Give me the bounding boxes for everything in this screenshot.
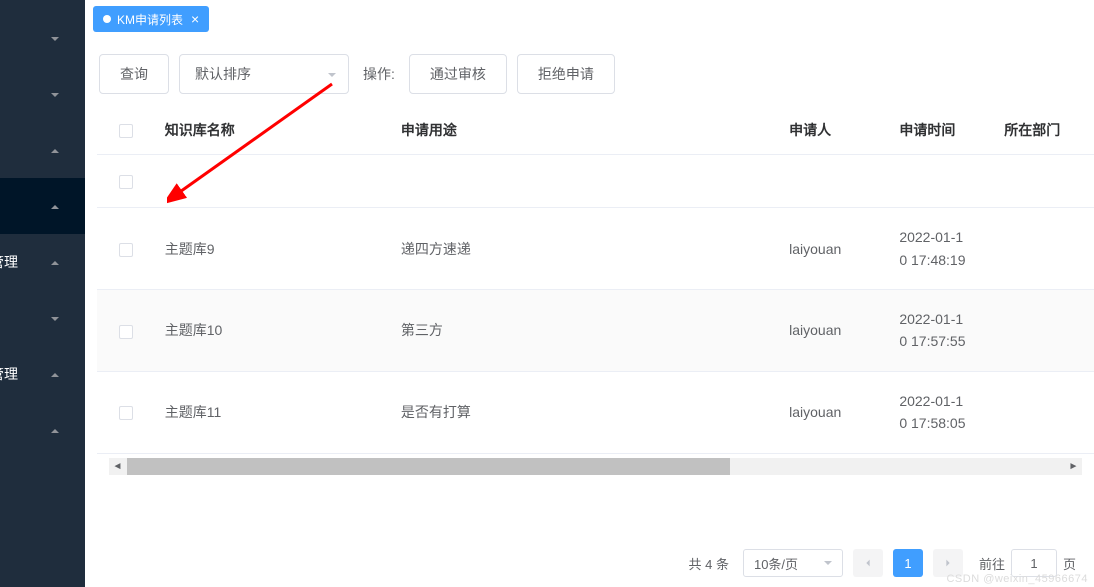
cell-purpose: 第三方 xyxy=(391,290,779,372)
scroll-right-icon[interactable]: ► xyxy=(1065,458,1082,475)
chevron-down-icon xyxy=(49,312,61,324)
header-time: 申请时间 xyxy=(889,106,994,155)
approve-button[interactable]: 通过审核 xyxy=(409,54,507,94)
cell-name: 主题库11 xyxy=(155,371,391,453)
page-number-1[interactable]: 1 xyxy=(893,549,923,577)
query-button[interactable]: 查询 xyxy=(99,54,169,94)
close-icon[interactable]: × xyxy=(191,12,199,26)
chevron-up-icon xyxy=(49,200,61,212)
jump-prefix: 前往 xyxy=(979,554,1005,573)
table-row[interactable]: 主题库11是否有打算laiyouan2022-01-10 17:58:05 xyxy=(97,371,1094,453)
header-name: 知识库名称 xyxy=(155,106,391,155)
cell-purpose: 是否有打算 xyxy=(391,371,779,453)
sidebar-item-3[interactable] xyxy=(0,178,85,234)
main-content: KM申请列表 × 查询 默认排序 操作: 通过审核 拒绝申请 知识库名称 申请用… xyxy=(85,0,1094,587)
tab-km-apply-list[interactable]: KM申请列表 × xyxy=(93,6,209,32)
sidebar-item-1[interactable] xyxy=(0,66,85,122)
header-purpose: 申请用途 xyxy=(391,106,779,155)
sidebar-item-label: 管理 xyxy=(0,364,18,384)
sidebar-item-label: 管理 xyxy=(0,252,18,272)
prev-page-button[interactable] xyxy=(853,549,883,577)
cell-purpose xyxy=(391,155,779,208)
cell-dept xyxy=(994,155,1094,208)
select-all-checkbox[interactable] xyxy=(119,124,133,138)
pagination-total: 共 4 条 xyxy=(689,554,729,573)
row-checkbox-cell xyxy=(97,371,155,453)
sidebar-item-2[interactable] xyxy=(0,122,85,178)
table-row[interactable]: 主题库9递四方速递laiyouan2022-01-10 17:48:19 xyxy=(97,208,1094,290)
cell-dept xyxy=(994,290,1094,372)
cell-name: 主题库10 xyxy=(155,290,391,372)
row-checkbox-cell xyxy=(97,290,155,372)
sort-select-value: 默认排序 xyxy=(195,64,251,84)
chevron-up-icon xyxy=(49,368,61,380)
row-checkbox[interactable] xyxy=(119,325,133,339)
row-checkbox-cell xyxy=(97,155,155,208)
reject-button[interactable]: 拒绝申请 xyxy=(517,54,615,94)
cell-time: 2022-01-10 17:58:05 xyxy=(889,371,994,453)
scroll-thumb[interactable] xyxy=(127,458,730,475)
sidebar: 管理 管理 xyxy=(0,0,85,587)
chevron-up-icon xyxy=(49,424,61,436)
sort-select[interactable]: 默认排序 xyxy=(179,54,349,94)
row-checkbox[interactable] xyxy=(119,175,133,189)
sidebar-item-6[interactable]: 管理 xyxy=(0,346,85,402)
cell-dept xyxy=(994,371,1094,453)
cell-dept xyxy=(994,208,1094,290)
table-row[interactable] xyxy=(97,155,1094,208)
tab-label: KM申请列表 xyxy=(117,11,183,28)
cell-time: 2022-01-10 17:48:19 xyxy=(889,208,994,290)
chevron-down-icon xyxy=(822,557,834,569)
chevron-up-icon xyxy=(49,256,61,268)
row-checkbox[interactable] xyxy=(119,406,133,420)
header-checkbox-cell xyxy=(97,106,155,155)
toolbar: 查询 默认排序 操作: 通过审核 拒绝申请 xyxy=(85,34,1094,106)
chevron-down-icon xyxy=(326,68,338,80)
cell-applicant: laiyouan xyxy=(779,371,889,453)
cell-name xyxy=(155,155,391,208)
operations-label: 操作: xyxy=(363,64,395,84)
chevron-down-icon xyxy=(49,32,61,44)
page-size-select[interactable]: 10条/页 xyxy=(743,549,843,577)
row-checkbox[interactable] xyxy=(119,243,133,257)
apply-table: 知识库名称 申请用途 申请人 申请时间 所在部门 主题库9递四方速递laiyou… xyxy=(97,106,1094,454)
watermark: CSDN @weixin_45966674 xyxy=(946,573,1088,585)
page-size-value: 10条/页 xyxy=(754,554,798,573)
row-checkbox-cell xyxy=(97,208,155,290)
tabs-bar: KM申请列表 × xyxy=(85,0,1094,34)
cell-applicant xyxy=(779,155,889,208)
table-row[interactable]: 主题库10第三方laiyouan2022-01-10 17:57:55 xyxy=(97,290,1094,372)
cell-time xyxy=(889,155,994,208)
jump-suffix: 页 xyxy=(1063,554,1076,573)
table-header-row: 知识库名称 申请用途 申请人 申请时间 所在部门 xyxy=(97,106,1094,155)
sidebar-item-4[interactable]: 管理 xyxy=(0,234,85,290)
cell-name: 主题库9 xyxy=(155,208,391,290)
tab-active-dot-icon xyxy=(103,15,111,23)
sidebar-item-5[interactable] xyxy=(0,290,85,346)
chevron-down-icon xyxy=(49,88,61,100)
table-container: 知识库名称 申请用途 申请人 申请时间 所在部门 主题库9递四方速递laiyou… xyxy=(85,106,1094,513)
cell-applicant: laiyouan xyxy=(779,208,889,290)
sidebar-item-7[interactable] xyxy=(0,402,85,458)
header-applicant: 申请人 xyxy=(779,106,889,155)
horizontal-scrollbar[interactable]: ◄ ► xyxy=(109,458,1082,475)
pagination: 共 4 条 10条/页 1 前往 页 xyxy=(85,513,1094,587)
sidebar-item-0[interactable] xyxy=(0,10,85,66)
chevron-up-icon xyxy=(49,144,61,156)
header-dept: 所在部门 xyxy=(994,106,1094,155)
cell-purpose: 递四方速递 xyxy=(391,208,779,290)
cell-time: 2022-01-10 17:57:55 xyxy=(889,290,994,372)
scroll-left-icon[interactable]: ◄ xyxy=(109,458,126,475)
cell-applicant: laiyouan xyxy=(779,290,889,372)
